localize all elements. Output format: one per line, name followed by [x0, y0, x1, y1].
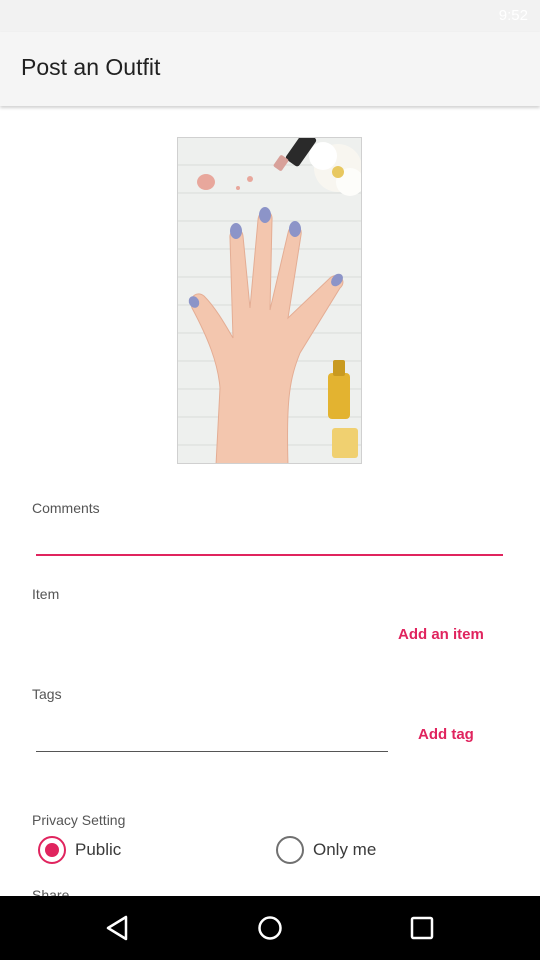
radio-unselected-icon: [276, 836, 304, 864]
navigation-bar: [0, 896, 540, 960]
gold-bottle: [328, 360, 358, 458]
hand: [188, 207, 344, 463]
home-icon[interactable]: [254, 912, 286, 944]
tags-input[interactable]: [36, 720, 388, 752]
add-tag-button[interactable]: Add tag: [418, 726, 474, 743]
share-label: Share: [32, 887, 70, 896]
privacy-public-radio[interactable]: Public: [38, 836, 121, 864]
comments-input[interactable]: [36, 524, 503, 556]
privacy-only-me-radio[interactable]: Only me: [276, 836, 376, 864]
hand-nails-image: [188, 138, 361, 463]
privacy-public-label: Public: [75, 840, 122, 859]
polish-dot: [247, 176, 253, 182]
status-time: 9:52: [498, 7, 528, 24]
add-item-button[interactable]: Add an item: [398, 626, 484, 643]
outfit-photo[interactable]: [177, 137, 362, 464]
privacy-setting-label: Privacy Setting: [32, 812, 126, 828]
post-form: Comments Item Add an item Tags Add tag P…: [0, 106, 540, 896]
app-bar: Post an Outfit: [0, 32, 540, 106]
comments-label: Comments: [32, 500, 100, 516]
radio-selected-icon: [38, 836, 66, 864]
polish-drop: [197, 174, 215, 190]
status-bar: 9:52: [0, 0, 540, 32]
page-title: Post an Outfit: [21, 54, 161, 80]
flower-decoration: [309, 142, 361, 196]
item-label: Item: [32, 586, 60, 602]
recents-icon[interactable]: [406, 912, 438, 944]
polish-dot: [236, 186, 240, 190]
back-icon[interactable]: [102, 912, 134, 944]
privacy-only-me-label: Only me: [313, 840, 377, 859]
tags-label: Tags: [32, 686, 62, 702]
